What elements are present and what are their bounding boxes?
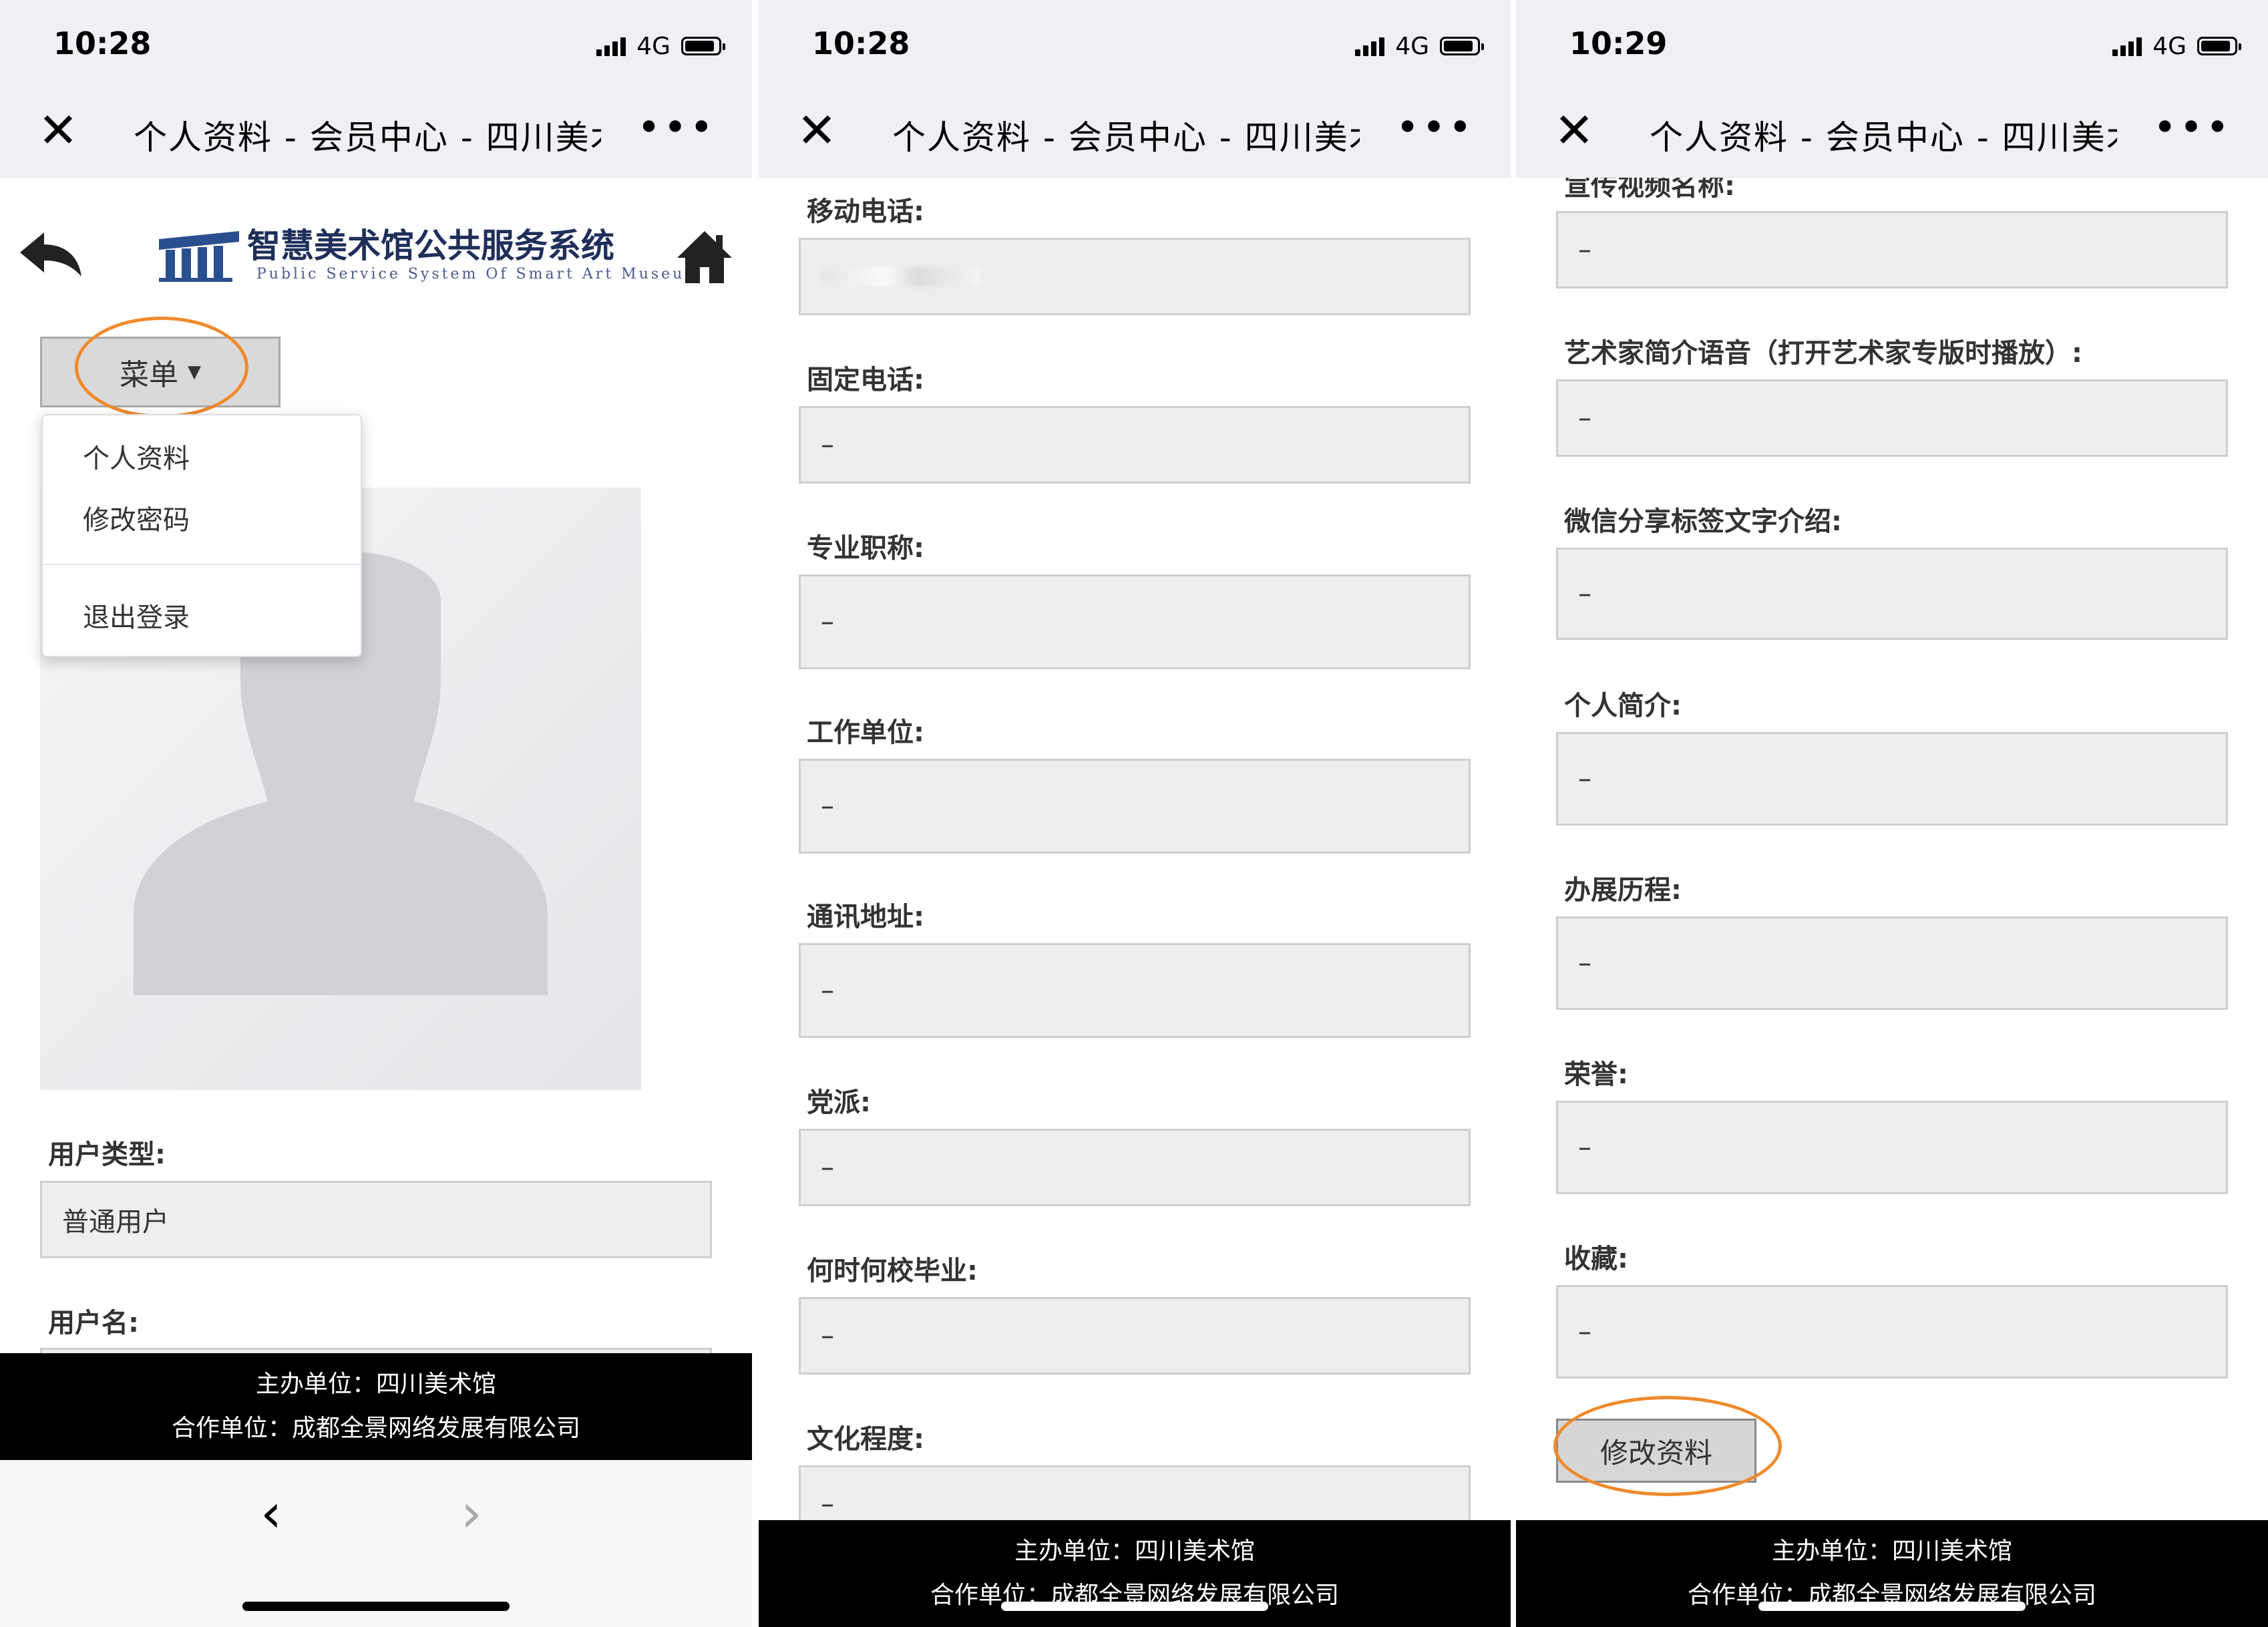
footer-sponsor: 主办单位：四川美术馆 <box>1771 1538 2012 1565</box>
redacted-phone-number <box>821 266 981 287</box>
field-label: 移动电话: <box>807 196 924 227</box>
battery-icon <box>681 37 725 55</box>
home-indicator <box>1758 1602 2026 1611</box>
close-icon[interactable]: ✕ <box>1551 106 1597 154</box>
page-title: 个人资料 - 会员中心 - 四川美术馆 <box>892 118 1360 157</box>
phone-screen-2: 10:28 4G ✕ 个人资料 - 会员中心 - 四川美术馆 ••• 移动电话:… <box>759 0 1511 1627</box>
field-label: 办展历程: <box>1564 875 1682 906</box>
browser-nav-bar: ✕ 个人资料 - 会员中心 - 四川美术馆 ••• <box>0 87 752 178</box>
home-indicator <box>242 1602 510 1611</box>
mobile-phone-field[interactable] <box>799 238 1471 315</box>
status-time: 10:29 <box>1569 25 1668 61</box>
menu-item-profile[interactable]: 个人资料 <box>83 437 190 476</box>
back-chevron-icon[interactable]: ‹ <box>260 1487 282 1540</box>
field-label: 个人简介: <box>1564 691 1682 721</box>
field-label: 用户类型: <box>48 1139 166 1170</box>
network-type: 4G <box>2152 32 2187 60</box>
network-type: 4G <box>1395 32 1429 60</box>
landline-field[interactable]: – <box>799 406 1471 484</box>
promo-video-name-field[interactable]: – <box>1556 211 2228 289</box>
wechat-share-text-field[interactable]: – <box>1556 548 2228 640</box>
status-bar: 10:28 4G <box>759 0 1511 87</box>
highlight-circle-menu <box>75 317 248 418</box>
more-icon[interactable]: ••• <box>637 108 716 148</box>
browser-toolbar: ‹ › <box>0 1460 752 1627</box>
site-title: 智慧美术馆公共服务系统 <box>247 226 614 265</box>
footer-sponsor: 主办单位：四川美术馆 <box>255 1371 496 1398</box>
home-indicator <box>1001 1602 1268 1611</box>
browser-nav-bar: ✕ 个人资料 - 会员中心 - 四川美术馆 ••• <box>1516 87 2268 178</box>
back-arrow-icon[interactable] <box>17 227 84 281</box>
site-footer: 主办单位：四川美术馆 合作单位：成都全景网络发展有限公司 <box>1516 1520 2268 1627</box>
close-icon[interactable]: ✕ <box>793 106 840 154</box>
site-footer: 主办单位：四川美术馆 合作单位：成都全景网络发展有限公司 <box>0 1353 752 1461</box>
field-label: 文化程度: <box>807 1424 924 1455</box>
field-label: 何时何校毕业: <box>807 1256 978 1286</box>
forward-chevron-icon[interactable]: › <box>461 1487 482 1540</box>
status-indicators: 4G <box>2112 29 2241 63</box>
exhibition-history-field[interactable]: – <box>1556 916 2228 1010</box>
field-label: 专业职称: <box>807 533 924 564</box>
site-subtitle: Public Service System Of Smart Art Museu… <box>256 266 702 283</box>
footer-sponsor: 主办单位：四川美术馆 <box>1014 1538 1255 1565</box>
field-label: 通讯地址: <box>807 902 924 932</box>
footer-partner: 合作单位：成都全景网络发展有限公司 <box>171 1415 580 1442</box>
menu-item-logout[interactable]: 退出登录 <box>83 596 190 635</box>
more-icon[interactable]: ••• <box>2153 108 2232 148</box>
field-label: 党派: <box>807 1087 871 1118</box>
menu-item-change-password[interactable]: 修改密码 <box>83 498 190 537</box>
field-label: 艺术家简介语音（打开艺术家专版时播放）: <box>1564 338 2082 369</box>
home-icon[interactable] <box>675 226 735 286</box>
signal-icon <box>2112 36 2144 56</box>
footer-partner: 合作单位：成都全景网络发展有限公司 <box>930 1582 1339 1609</box>
page-title: 个人资料 - 会员中心 - 四川美术馆 <box>1650 118 2117 157</box>
field-label: 工作单位: <box>807 717 924 748</box>
close-icon[interactable]: ✕ <box>35 106 81 154</box>
battery-icon <box>2197 37 2241 55</box>
network-type: 4G <box>636 32 671 60</box>
status-bar: 10:29 4G <box>1516 0 2268 87</box>
museum-logo-icon <box>159 231 239 282</box>
battery-icon <box>1440 37 1484 55</box>
artist-audio-field[interactable]: – <box>1556 379 2228 457</box>
phone-screen-1: 10:28 4G ✕ 个人资料 - 会员中心 - 四川美术馆 ••• 智慧美术馆… <box>0 0 752 1627</box>
site-footer: 主办单位：四川美术馆 合作单位：成都全景网络发展有限公司 <box>759 1520 1511 1627</box>
status-bar: 10:28 4G <box>0 0 752 87</box>
bio-field[interactable]: – <box>1556 732 2228 826</box>
user-type-field[interactable]: 普通用户 <box>40 1181 712 1258</box>
phone-screen-3: 10:29 4G 宣传视频名称: – ✕ 个人资料 - 会员中心 - 四川美术馆… <box>1516 0 2268 1627</box>
signal-icon <box>596 36 628 56</box>
field-label: 微信分享标签文字介绍: <box>1564 506 1842 537</box>
status-indicators: 4G <box>1355 29 1484 63</box>
field-label: 荣誉: <box>1564 1059 1628 1090</box>
footer-partner: 合作单位：成都全景网络发展有限公司 <box>1687 1582 2096 1609</box>
field-label: 收藏: <box>1564 1244 1628 1274</box>
more-icon[interactable]: ••• <box>1396 108 1475 148</box>
field-label: 用户名: <box>48 1308 139 1338</box>
status-time: 10:28 <box>812 25 910 61</box>
honors-field[interactable]: – <box>1556 1101 2228 1194</box>
collection-field[interactable]: – <box>1556 1285 2228 1379</box>
highlight-circle-edit <box>1553 1396 1782 1496</box>
status-indicators: 4G <box>596 29 725 63</box>
party-field[interactable]: – <box>799 1129 1471 1206</box>
menu-divider <box>43 564 361 565</box>
status-time: 10:28 <box>53 25 152 61</box>
work-unit-field[interactable]: – <box>799 759 1471 854</box>
graduation-field[interactable]: – <box>799 1297 1471 1375</box>
browser-nav-bar: ✕ 个人资料 - 会员中心 - 四川美术馆 ••• <box>759 87 1511 178</box>
signal-icon <box>1355 36 1387 56</box>
page-title: 个人资料 - 会员中心 - 四川美术馆 <box>134 118 601 157</box>
field-label: 固定电话: <box>807 365 924 395</box>
dropdown-menu: 个人资料 修改密码 退出登录 <box>41 414 362 657</box>
address-field[interactable]: – <box>799 943 1471 1038</box>
professional-title-field[interactable]: – <box>799 574 1471 669</box>
